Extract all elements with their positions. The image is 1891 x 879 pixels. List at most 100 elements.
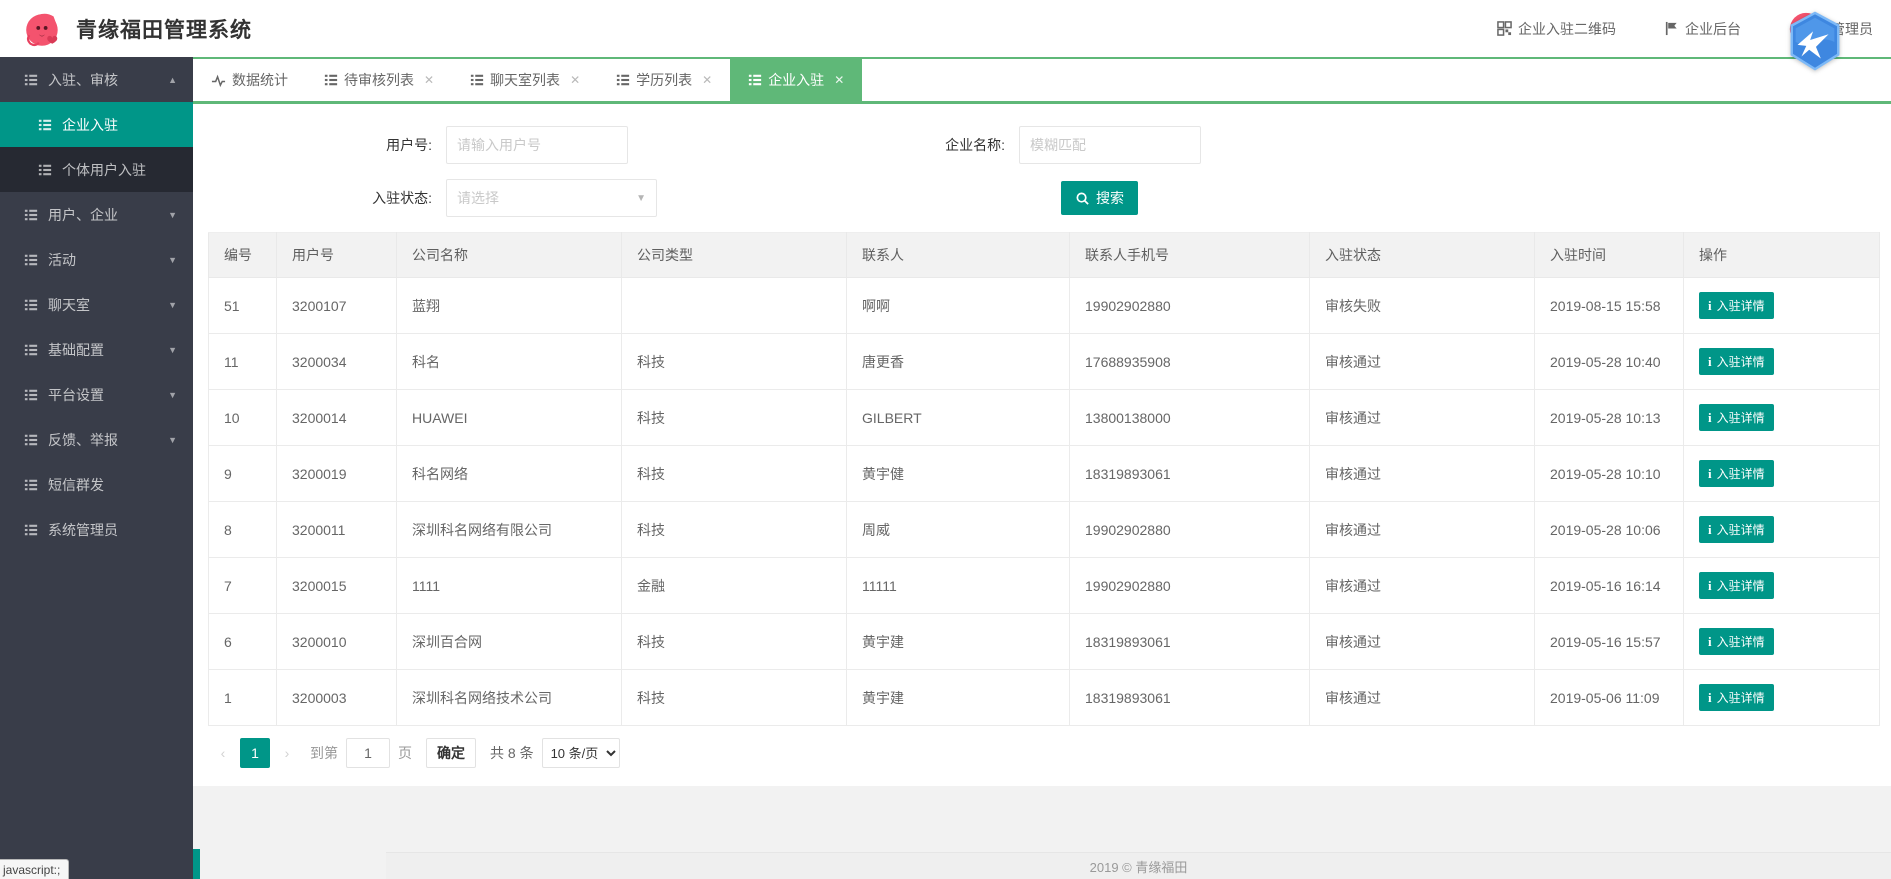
pagination: ‹ 1 › 到第 页 确定 共 8 条 10 条/页 xyxy=(208,738,1891,768)
sidebar-item-8[interactable]: 系统管理员 xyxy=(0,507,193,552)
cell-company: 深圳科名网络技术公司 xyxy=(396,669,622,726)
info-icon: i xyxy=(1708,465,1712,481)
tab-3[interactable]: 学历列表 ✕ xyxy=(598,59,730,101)
column-header: 联系人手机号 xyxy=(1069,232,1310,278)
sidebar-item-0[interactable]: 入驻、审核 ▲ xyxy=(0,57,193,102)
column-header: 公司名称 xyxy=(396,232,622,278)
cell-status: 审核通过 xyxy=(1309,389,1535,446)
detail-button[interactable]: i 入驻详情 xyxy=(1699,684,1774,711)
sidebar-item-5[interactable]: 平台设置 ▼ xyxy=(0,372,193,417)
detail-button-label: 入驻详情 xyxy=(1716,523,1765,537)
company-name-input[interactable] xyxy=(1019,126,1201,164)
cell-contact: 周威 xyxy=(846,501,1070,558)
header-link-label: 企业入驻二维码 xyxy=(1518,20,1616,37)
table-row: 7 3200015 1111 金融 11111 19902902880 审核通过 2019-0… xyxy=(208,557,1880,614)
list-icon xyxy=(24,433,38,447)
sidebar-item-4[interactable]: 基础配置 ▼ xyxy=(0,327,193,372)
page-size-select[interactable]: 10 条/页 xyxy=(541,738,620,768)
sidebar-item-1[interactable]: 用户、企业 ▼ xyxy=(0,192,193,237)
cell-user_no: 3200019 xyxy=(276,445,397,502)
main-area: 数据统计 待审核列表 ✕ 聊天室列表 ✕ 学历列表 ✕ 企业入驻 ✕ 用户号: … xyxy=(193,57,1891,879)
list-icon xyxy=(24,343,38,357)
sidebar-item-label: 反馈、举报 xyxy=(48,431,118,448)
tab-4[interactable]: 企业入驻 ✕ xyxy=(730,59,863,101)
cell-status: 审核通过 xyxy=(1309,501,1535,558)
cell-user_no: 3200015 xyxy=(276,557,397,614)
sidebar-item-6[interactable]: 反馈、举报 ▼ xyxy=(0,417,193,462)
page-number-button[interactable]: 1 xyxy=(240,738,270,768)
cell-id: 11 xyxy=(208,333,277,390)
column-header: 入驻状态 xyxy=(1309,232,1535,278)
close-icon[interactable]: ✕ xyxy=(424,73,434,87)
cell-type: 金融 xyxy=(621,557,847,614)
header-link-company-backend[interactable]: 企业后台 xyxy=(1664,19,1741,39)
close-icon[interactable]: ✕ xyxy=(570,73,580,87)
info-icon: i xyxy=(1708,633,1712,649)
status-select[interactable]: 请选择 ▼ xyxy=(446,179,657,217)
table-row: 8 3200011 深圳科名网络有限公司 科技 周威 19902902880 审核通过 201… xyxy=(208,501,1880,558)
user-no-input[interactable] xyxy=(446,126,628,164)
cell-type: 科技 xyxy=(621,501,847,558)
detail-button[interactable]: i 入驻详情 xyxy=(1699,348,1774,375)
prev-page-button[interactable]: ‹ xyxy=(208,738,238,768)
list-icon xyxy=(324,73,338,87)
cell-contact: 黄宇健 xyxy=(846,445,1070,502)
table-row: 1 3200003 深圳科名网络技术公司 科技 黄宇建 18319893061 审核通过 20… xyxy=(208,669,1880,726)
tab-2[interactable]: 聊天室列表 ✕ xyxy=(452,59,598,101)
content-card: 用户号: 企业名称: 入驻状态: 请选择 ▼ 搜索 xyxy=(193,104,1891,786)
tab-label: 聊天室列表 xyxy=(490,72,561,88)
cell-actions: i 入驻详情 xyxy=(1683,277,1880,334)
tab-1[interactable]: 待审核列表 ✕ xyxy=(306,59,452,101)
list-icon xyxy=(24,253,38,267)
chevron-down-icon: ▼ xyxy=(168,299,177,310)
sidebar-item-label: 短信群发 xyxy=(48,476,104,493)
table-row: 51 3200107 蓝翔 啊啊 19902902880 审核失败 2019-08-15 1… xyxy=(208,277,1880,334)
detail-button[interactable]: i 入驻详情 xyxy=(1699,628,1774,655)
cell-type: 科技 xyxy=(621,333,847,390)
goto-page-input[interactable] xyxy=(346,738,390,768)
list-icon xyxy=(24,388,38,402)
detail-button[interactable]: i 入驻详情 xyxy=(1699,516,1774,543)
close-icon[interactable]: ✕ xyxy=(702,73,712,87)
search-button[interactable]: 搜索 xyxy=(1061,181,1138,215)
detail-button[interactable]: i 入驻详情 xyxy=(1699,404,1774,431)
detail-button[interactable]: i 入驻详情 xyxy=(1699,460,1774,487)
cell-phone: 19902902880 xyxy=(1069,557,1310,614)
qrcode-icon xyxy=(1497,21,1512,36)
cell-id: 8 xyxy=(208,501,277,558)
cell-user_no: 3200014 xyxy=(276,389,397,446)
sidebar-item-7[interactable]: 短信群发 xyxy=(0,462,193,507)
close-icon[interactable]: ✕ xyxy=(834,73,844,87)
header-link-qrcode[interactable]: 企业入驻二维码 xyxy=(1497,19,1616,39)
chevron-down-icon: ▼ xyxy=(168,254,177,265)
cell-id: 9 xyxy=(208,445,277,502)
cell-company: 科名网络 xyxy=(396,445,622,502)
cell-actions: i 入驻详情 xyxy=(1683,613,1880,670)
sidebar-item-3[interactable]: 聊天室 ▼ xyxy=(0,282,193,327)
detail-button-label: 入驻详情 xyxy=(1716,355,1765,369)
info-icon: i xyxy=(1708,689,1712,705)
cell-phone: 19902902880 xyxy=(1069,277,1310,334)
next-page-button[interactable]: › xyxy=(272,738,302,768)
thunder-bird-overlay-icon[interactable] xyxy=(1784,10,1846,72)
sidebar-item-2[interactable]: 活动 ▼ xyxy=(0,237,193,282)
cell-phone: 17688935908 xyxy=(1069,333,1310,390)
tab-0[interactable]: 数据统计 xyxy=(193,59,306,101)
confirm-button[interactable]: 确定 xyxy=(426,738,476,768)
sidebar-subitem-label: 企业入驻 xyxy=(62,116,118,133)
cell-actions: i 入驻详情 xyxy=(1683,669,1880,726)
search-icon xyxy=(1076,192,1089,205)
detail-button-label: 入驻详情 xyxy=(1716,579,1765,593)
user-no-label: 用户号: xyxy=(386,137,432,153)
table-row: 9 3200019 科名网络 科技 黄宇健 18319893061 审核通过 2019-05-… xyxy=(208,445,1880,502)
column-header: 入驻时间 xyxy=(1534,232,1684,278)
cell-phone: 18319893061 xyxy=(1069,669,1310,726)
sidebar-subitem-0-0[interactable]: 企业入驻 xyxy=(0,102,193,147)
cell-type xyxy=(621,277,847,334)
footer: 2019 © 青缘福田 xyxy=(386,852,1891,879)
search-button-label: 搜索 xyxy=(1096,190,1124,206)
detail-button[interactable]: i 入驻详情 xyxy=(1699,292,1774,319)
detail-button[interactable]: i 入驻详情 xyxy=(1699,572,1774,599)
cell-type: 科技 xyxy=(621,613,847,670)
sidebar-subitem-0-1[interactable]: 个体用户入驻 xyxy=(0,147,193,192)
